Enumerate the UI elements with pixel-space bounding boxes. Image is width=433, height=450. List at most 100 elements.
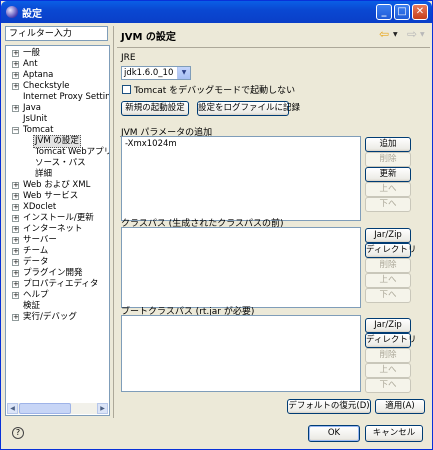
tree-item[interactable]: + Aptana — [6, 70, 109, 81]
tree-item[interactable]: + Checkstyle — [6, 81, 109, 92]
expand-icon[interactable]: + — [12, 248, 19, 255]
tree-item-label: JsUnit — [23, 114, 48, 124]
maximize-button[interactable]: □ — [394, 4, 410, 20]
scroll-thumb[interactable] — [19, 403, 71, 414]
classpath-remove-button[interactable]: 削除 — [365, 258, 411, 273]
jvm-params-textarea[interactable]: -Xmx1024m — [121, 136, 361, 221]
bootclasspath-remove-button[interactable]: 削除 — [365, 348, 411, 363]
tree-item[interactable]: JsUnit — [6, 114, 109, 125]
classpath-directory-button[interactable]: ディレクトリ — [365, 243, 416, 258]
ok-button[interactable]: OK — [308, 425, 360, 442]
back-menu-icon[interactable]: ▼ — [393, 31, 398, 38]
tree-horizontal-scrollbar[interactable]: ◀ ▶ — [7, 403, 108, 414]
log-settings-button[interactable]: 設定をログファイルに記録 — [197, 101, 300, 116]
tree-item[interactable]: + Web および XML — [6, 180, 109, 191]
restore-defaults-button[interactable]: デフォルトの復元(D) — [287, 399, 371, 414]
forward-arrow-icon[interactable]: ⇨ — [407, 28, 419, 40]
classpath-jar-button[interactable]: Jar/Zip — [365, 228, 411, 243]
collapse-icon[interactable]: − — [12, 127, 19, 134]
tree-item-label: インストール/更新 — [23, 213, 94, 223]
minimize-button[interactable]: _ — [376, 4, 392, 20]
new-launch-config-button[interactable]: 新規の起動設定 — [121, 101, 189, 116]
tree-item[interactable]: + プラグイン開発 — [6, 268, 109, 279]
pane-divider[interactable] — [113, 26, 114, 418]
tree-item-label: インターネット — [23, 224, 83, 234]
jvm-params-value: -Xmx1024m — [125, 139, 177, 149]
left-pane: フィルター入力 + 実行/デバッグ 検証 + ヘルプ + プロパティエディタ + プラグイン開発… — [5, 26, 110, 418]
expand-icon[interactable]: + — [12, 215, 19, 222]
help-icon[interactable]: ? — [12, 427, 24, 439]
tree-item[interactable]: + データ — [6, 257, 109, 268]
tree-item[interactable]: + 一般 — [6, 48, 109, 59]
expand-icon[interactable]: + — [12, 83, 19, 90]
bootclasspath-down-button[interactable]: 下へ — [365, 378, 411, 393]
tree-item[interactable]: + XDoclet — [6, 202, 109, 213]
expand-icon[interactable]: + — [12, 237, 19, 244]
expand-icon[interactable]: + — [12, 204, 19, 211]
tree-item[interactable]: + チーム — [6, 246, 109, 257]
scroll-right-icon[interactable]: ▶ — [97, 403, 108, 414]
tree-item[interactable]: JVM の設定 — [6, 135, 109, 148]
expand-icon[interactable]: + — [12, 259, 19, 266]
remove-param-button[interactable]: 削除 — [365, 152, 411, 167]
bootclasspath-jar-button[interactable]: Jar/Zip — [365, 318, 411, 333]
tree-item-label: Aptana — [23, 70, 54, 80]
forward-menu-icon[interactable]: ▼ — [420, 31, 425, 38]
dialog-button-bar: ? OK キャンセル — [1, 421, 432, 449]
filter-input[interactable]: フィルター入力 — [5, 26, 108, 41]
title-bar[interactable]: 設定 _ □ ✕ — [1, 1, 432, 23]
update-param-button[interactable]: 更新 — [365, 167, 411, 182]
tree-item[interactable]: + Ant — [6, 59, 109, 70]
tree-item[interactable]: + サーバー — [6, 235, 109, 246]
tree-item[interactable]: + プロパティエディタ — [6, 279, 109, 290]
expand-icon[interactable]: + — [12, 50, 19, 57]
bootclasspath-up-button[interactable]: 上へ — [365, 363, 411, 378]
tree-item[interactable]: 詳細 — [6, 169, 109, 180]
expand-icon[interactable]: + — [12, 314, 19, 321]
back-arrow-icon[interactable]: ⇦ — [379, 28, 391, 40]
tree-item-label: Tomcat Webアプリケーシ — [35, 147, 109, 157]
cancel-button[interactable]: キャンセル — [365, 425, 423, 442]
bootclasspath-directory-button[interactable]: ディレクトリ — [365, 333, 416, 348]
tree-item-label: Internet Proxy Settings — [23, 92, 110, 102]
jre-select[interactable]: jdk1.6.0_10 ▼ — [121, 66, 191, 80]
tree-item[interactable]: Tomcat Webアプリケーシ — [6, 147, 109, 158]
tree-item[interactable]: Internet Proxy Settings — [6, 92, 109, 103]
expand-icon[interactable]: + — [12, 182, 19, 189]
tree-item-label: サーバー — [23, 235, 57, 245]
tree-item[interactable]: ソース・パス — [6, 158, 109, 169]
classpath-up-button[interactable]: 上へ — [365, 273, 411, 288]
preference-tree[interactable]: + 実行/デバッグ 検証 + ヘルプ + プロパティエディタ + プラグイン開発 + データ + チーム… — [5, 45, 110, 416]
expand-icon[interactable]: + — [12, 281, 19, 288]
add-param-button[interactable]: 追加 — [365, 137, 411, 152]
page-title: JVM の設定 — [121, 32, 176, 43]
expand-icon[interactable]: + — [12, 226, 19, 233]
tree-item[interactable]: + Java — [6, 103, 109, 114]
debug-mode-checkbox[interactable] — [122, 85, 131, 94]
expand-icon[interactable]: + — [12, 292, 19, 299]
tree-item[interactable]: + ヘルプ — [6, 290, 109, 301]
tree-item-label: JVM の設定 — [33, 135, 81, 148]
expand-icon[interactable]: + — [12, 270, 19, 277]
param-down-button[interactable]: 下へ — [365, 197, 411, 212]
bootclasspath-list[interactable] — [121, 315, 361, 392]
tree-item[interactable]: − Tomcat — [6, 125, 109, 136]
classpath-list[interactable] — [121, 227, 361, 308]
tree-item-label: チーム — [23, 246, 49, 256]
classpath-down-button[interactable]: 下へ — [365, 288, 411, 303]
tree-item[interactable]: + インストール/更新 — [6, 213, 109, 224]
scroll-left-icon[interactable]: ◀ — [7, 403, 18, 414]
tree-item[interactable]: + Web サービス — [6, 191, 109, 202]
tree-item[interactable]: 検証 — [6, 301, 109, 312]
close-button[interactable]: ✕ — [412, 4, 428, 20]
chevron-down-icon[interactable]: ▼ — [177, 67, 190, 79]
expand-icon[interactable]: + — [12, 105, 19, 112]
tree-item[interactable]: + インターネット — [6, 224, 109, 235]
tree-item[interactable]: + 実行/デバッグ — [6, 312, 109, 323]
expand-icon[interactable]: + — [12, 72, 19, 79]
param-up-button[interactable]: 上へ — [365, 182, 411, 197]
expand-icon[interactable]: + — [12, 61, 19, 68]
expand-icon[interactable]: + — [12, 193, 19, 200]
apply-button[interactable]: 適用(A) — [375, 399, 425, 414]
tree-item-label: ソース・パス — [35, 158, 86, 168]
